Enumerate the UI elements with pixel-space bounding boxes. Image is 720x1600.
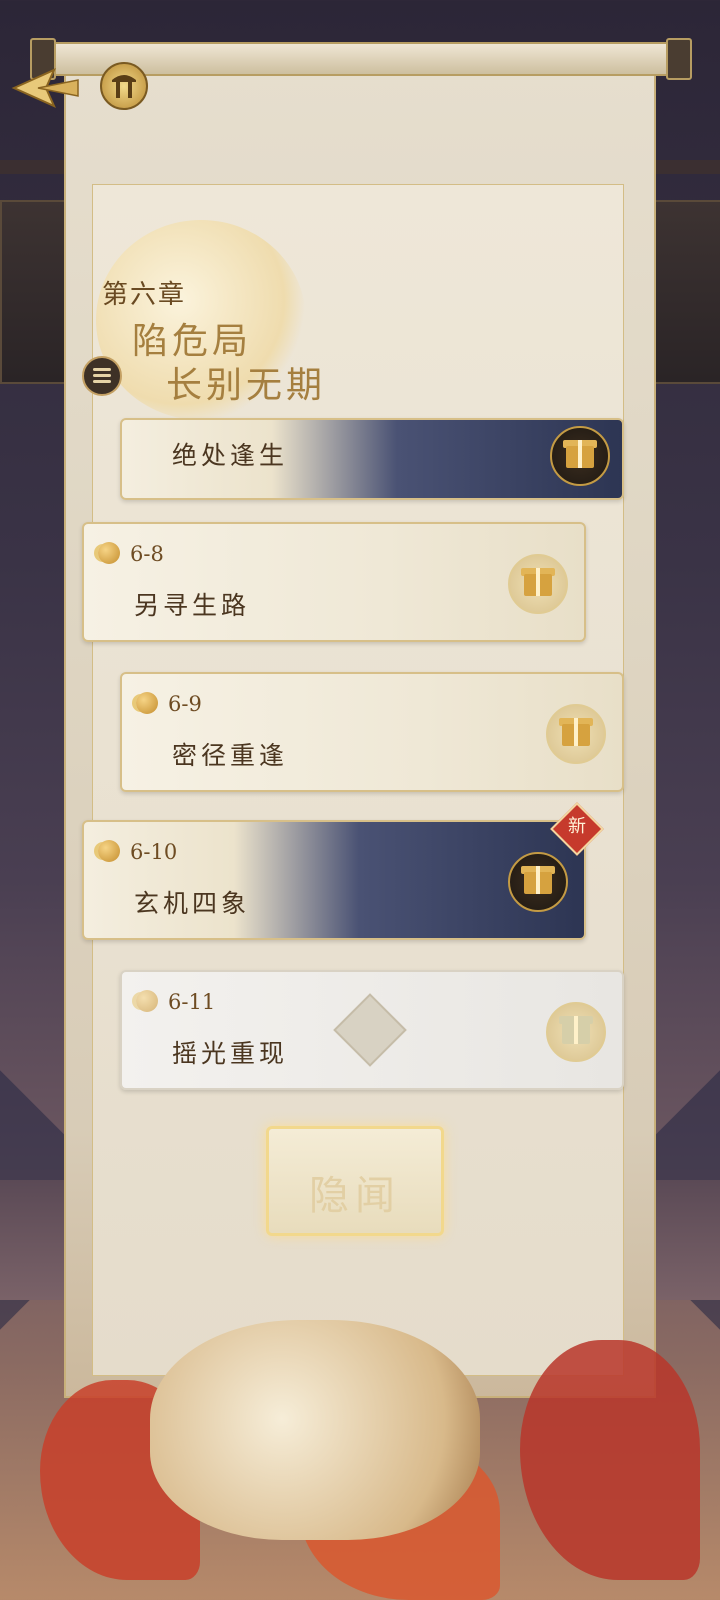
stage-name: 摇光重现 <box>172 1039 289 1068</box>
gift-icon[interactable] <box>546 704 606 764</box>
stage-name: 玄机四象 <box>134 889 251 918</box>
gift-ribbon <box>574 1016 578 1044</box>
secret-lore-label: 隐闻 <box>309 1173 401 1219</box>
pavilion-glyph <box>112 75 136 98</box>
menu-icon <box>93 368 111 371</box>
gift-ribbon <box>536 866 540 894</box>
background-pillar-right <box>654 200 720 384</box>
scroll-rod-cap-right <box>666 38 692 80</box>
chapter-title-line2: 长别无期 <box>166 365 327 406</box>
gift-ribbon <box>536 568 540 596</box>
chapter-menu-button[interactable] <box>82 356 122 396</box>
chapter-label: 第六章 <box>102 280 187 310</box>
stage-number: 6-8 <box>130 542 164 566</box>
dragon-skull-decoration <box>150 1320 480 1540</box>
stage-card-6-10[interactable]: 6-10 玄机四象 <box>82 820 586 940</box>
stage-card-6-7[interactable]: 绝处逢生 <box>120 418 624 500</box>
stage-card-6-9[interactable]: 6-9 密径重逢 <box>120 672 624 792</box>
stage-name: 密径重逢 <box>172 741 289 770</box>
moon-marker-icon <box>136 990 158 1012</box>
stage-number: 6-9 <box>168 692 202 716</box>
bottom-artwork <box>0 1260 720 1600</box>
stage-card-6-8[interactable]: 6-8 另寻生路 <box>82 522 586 642</box>
new-badge-label: 新 <box>568 816 586 837</box>
stage-number: 6-10 <box>130 840 178 864</box>
moon-marker-icon <box>98 840 120 862</box>
gift-icon[interactable] <box>550 426 610 486</box>
menu-icon-bar <box>93 380 111 383</box>
secret-lore-button[interactable]: 隐闻 <box>266 1126 444 1236</box>
back-button[interactable] <box>8 66 80 110</box>
gift-icon[interactable] <box>508 554 568 614</box>
back-arrow-icon <box>11 68 79 108</box>
stage-number: 6-11 <box>168 990 216 1014</box>
gift-icon[interactable] <box>546 1002 606 1062</box>
gift-ribbon <box>578 440 582 468</box>
background-pillar-left <box>0 200 70 384</box>
moon-marker-icon <box>98 542 120 564</box>
gift-icon[interactable] <box>508 852 568 912</box>
gift-ribbon <box>574 718 578 746</box>
stage-name: 绝处逢生 <box>172 441 289 470</box>
menu-icon-bar <box>93 374 111 377</box>
pavilion-emblem-icon[interactable] <box>100 62 148 110</box>
flame-decoration <box>520 1340 700 1580</box>
moon-marker-icon <box>136 692 158 714</box>
stage-name: 另寻生路 <box>134 591 251 620</box>
